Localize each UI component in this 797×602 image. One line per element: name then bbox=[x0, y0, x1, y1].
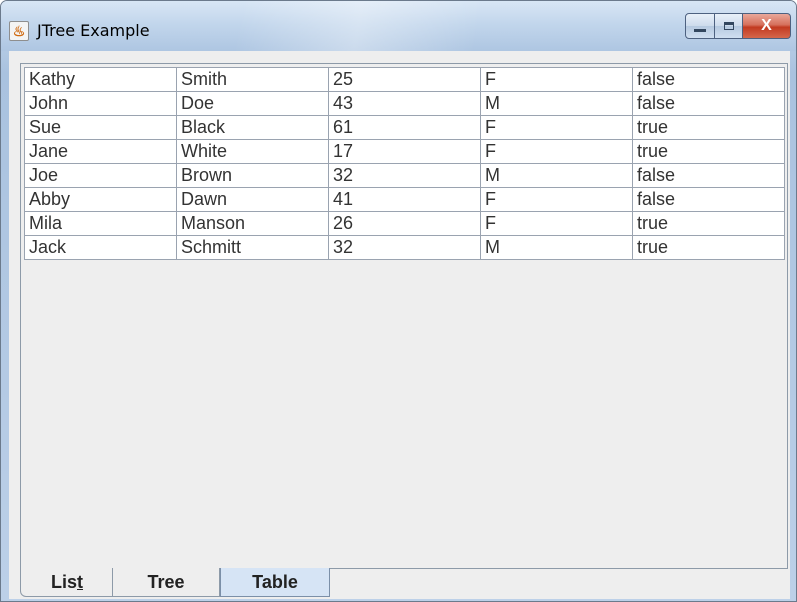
table-cell[interactable]: 43 bbox=[328, 91, 481, 116]
tab-list-label: List bbox=[50, 571, 83, 592]
table-cell[interactable]: M bbox=[480, 235, 633, 260]
table-cell[interactable]: Manson bbox=[176, 211, 329, 236]
table-tab-panel: Kathy Smith 25 Ffalse John Doe 43 Mfalse Sue Blac… bbox=[20, 63, 788, 568]
tab-strip-divider bbox=[330, 568, 788, 569]
table-cell[interactable]: true bbox=[632, 235, 785, 260]
table-cell[interactable]: F bbox=[480, 187, 633, 212]
tab-list[interactable]: List bbox=[20, 568, 114, 597]
maximize-icon bbox=[723, 22, 734, 30]
table-cell[interactable]: 32 bbox=[328, 235, 481, 260]
title-bar[interactable]: ♨ JTree Example X bbox=[1, 1, 796, 51]
table-cell[interactable]: John bbox=[24, 91, 177, 116]
tab-table[interactable]: Table bbox=[220, 568, 330, 597]
table-cell[interactable]: F bbox=[480, 139, 633, 164]
table-cell[interactable]: Jane bbox=[24, 139, 177, 164]
window-title: JTree Example bbox=[37, 21, 150, 40]
table-cell[interactable]: 32 bbox=[328, 163, 481, 188]
content-pane: Kathy Smith 25 Ffalse John Doe 43 Mfalse Sue Blac… bbox=[9, 51, 790, 599]
maximize-button[interactable] bbox=[715, 13, 743, 39]
table-cell[interactable]: F bbox=[480, 67, 633, 92]
table-cell[interactable]: Kathy bbox=[24, 67, 177, 92]
table-row[interactable]: John Doe 43 Mfalse bbox=[24, 91, 785, 116]
table-cell[interactable]: false bbox=[632, 91, 785, 116]
table-cell[interactable]: Jack bbox=[24, 235, 177, 260]
tab-tree[interactable]: Tree bbox=[112, 568, 220, 597]
table-cell[interactable]: Black bbox=[176, 115, 329, 140]
table-row[interactable]: Abby Dawn 41 Ffalse bbox=[24, 187, 785, 212]
table-cell[interactable]: true bbox=[632, 139, 785, 164]
table-row[interactable]: Kathy Smith 25 Ffalse bbox=[24, 67, 785, 92]
table-cell[interactable]: Joe bbox=[24, 163, 177, 188]
app-window: ♨ JTree Example X Kathy Smith 25 Ffalse John… bbox=[0, 0, 797, 602]
people-table[interactable]: Kathy Smith 25 Ffalse John Doe 43 Mfalse Sue Blac… bbox=[24, 67, 785, 260]
tab-strip: List Tree Table bbox=[20, 568, 788, 598]
close-icon: X bbox=[761, 17, 772, 34]
table-row[interactable]: Mila Manson 26 Ftrue bbox=[24, 211, 785, 236]
tab-table-label: Table bbox=[252, 571, 298, 592]
table-cell[interactable]: 17 bbox=[328, 139, 481, 164]
table-cell[interactable]: F bbox=[480, 211, 633, 236]
table-row[interactable]: Jack Schmitt 32 Mtrue bbox=[24, 235, 785, 260]
table-cell[interactable]: Doe bbox=[176, 91, 329, 116]
table-cell[interactable]: true bbox=[632, 211, 785, 236]
table-cell[interactable]: false bbox=[632, 163, 785, 188]
table-cell[interactable]: 61 bbox=[328, 115, 481, 140]
table-cell[interactable]: M bbox=[480, 91, 633, 116]
minimize-icon bbox=[694, 28, 706, 32]
table-cell[interactable]: White bbox=[176, 139, 329, 164]
table-cell[interactable]: Mila bbox=[24, 211, 177, 236]
close-button[interactable]: X bbox=[743, 13, 791, 39]
table-row[interactable]: Jane White 17 Ftrue bbox=[24, 139, 785, 164]
table-cell[interactable]: M bbox=[480, 163, 633, 188]
java-cup-icon[interactable]: ♨ bbox=[9, 21, 29, 41]
tab-tree-label: Tree bbox=[147, 571, 185, 592]
table-cell[interactable]: false bbox=[632, 67, 785, 92]
table-cell[interactable]: Smith bbox=[176, 67, 329, 92]
table-cell[interactable]: 26 bbox=[328, 211, 481, 236]
table-cell[interactable]: Dawn bbox=[176, 187, 329, 212]
caption-buttons: X bbox=[685, 13, 791, 39]
table-cell[interactable]: F bbox=[480, 115, 633, 140]
table-cell[interactable]: false bbox=[632, 187, 785, 212]
table-cell[interactable]: true bbox=[632, 115, 785, 140]
table-cell[interactable]: Schmitt bbox=[176, 235, 329, 260]
table-cell[interactable]: Brown bbox=[176, 163, 329, 188]
minimize-button[interactable] bbox=[685, 13, 715, 39]
table-row[interactable]: Sue Black 61 Ftrue bbox=[24, 115, 785, 140]
table-cell[interactable]: Abby bbox=[24, 187, 177, 212]
table-cell[interactable]: 25 bbox=[328, 67, 481, 92]
table-row[interactable]: Joe Brown 32 Mfalse bbox=[24, 163, 785, 188]
table-cell[interactable]: Sue bbox=[24, 115, 177, 140]
table-cell[interactable]: 41 bbox=[328, 187, 481, 212]
